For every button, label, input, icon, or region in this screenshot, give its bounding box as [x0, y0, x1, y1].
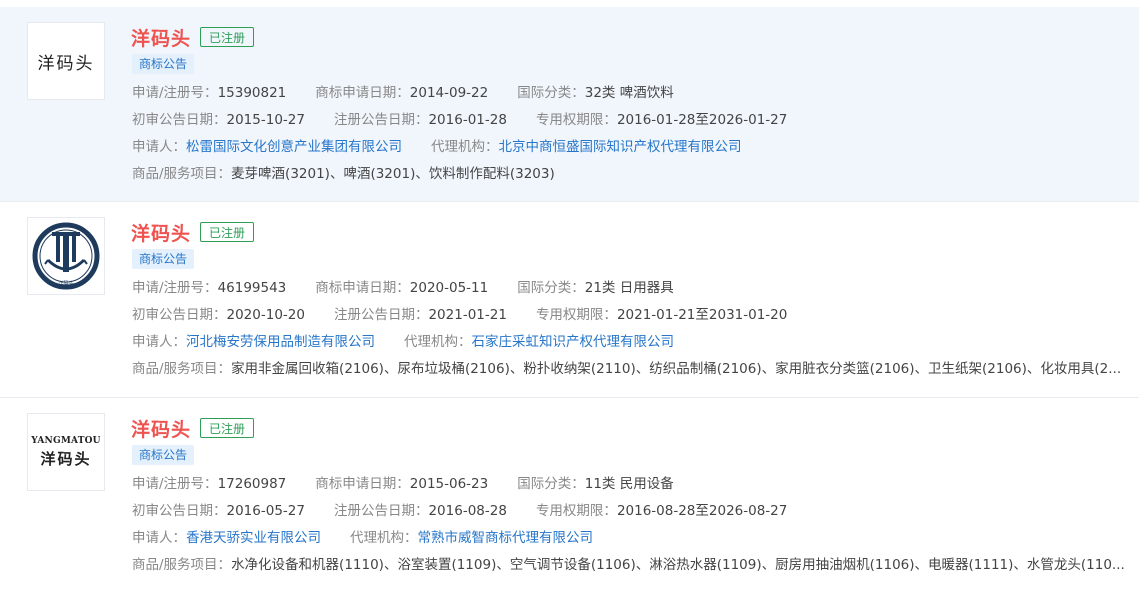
exclusive-period-value: 2016-08-28至2026-08-27	[616, 503, 788, 519]
applicant-link[interactable]: 香港天骄实业有限公司	[186, 530, 321, 546]
info-row-goods: 商品/服务项目：水净化设备和机器(1110)、浴室装置(1109)、空气调节设备…	[132, 557, 1125, 573]
trademark-card[interactable]: 洋码头 洋码头 已注册 商标公告 申请/注册号：46199543 商标申请日期：2…	[0, 202, 1139, 398]
apply-date-value: 2015-06-23	[409, 476, 489, 492]
info-row-parties: 申请人：香港天骄实业有限公司 代理机构：常熟市威智商标代理有限公司	[132, 530, 594, 546]
agency-link[interactable]: 石家庄采虹知识产权代理有限公司	[472, 334, 675, 350]
trademark-result-list: 洋码头 洋码头 已注册 商标公告 申请/注册号：15390821 商标申请日期：2…	[0, 0, 1139, 586]
reg-no-value: 17260987	[217, 476, 287, 492]
logo-caption: 洋码头	[58, 281, 74, 287]
prelim-date-value: 2020-10-20	[226, 307, 305, 323]
trademark-card[interactable]: 洋码头 洋码头 已注册 商标公告 申请/注册号：15390821 商标申请日期：2…	[0, 7, 1139, 202]
trademark-name[interactable]: 洋码头	[131, 415, 191, 442]
info-row-goods: 商品/服务项目：家用非金属回收箱(2106)、尿布垃圾桶(2106)、粉扑收纳架…	[132, 361, 1122, 377]
info-row-dates: 初审公告日期：2020-10-20 注册公告日期：2021-01-21 专用权期限：…	[132, 307, 788, 323]
goods-value: 家用非金属回收箱(2106)、尿布垃圾桶(2106)、粉扑收纳架(2110)、纺…	[231, 361, 1122, 377]
notice-tag: 商标公告	[132, 445, 195, 465]
reg-no-value: 15390821	[217, 85, 287, 101]
info-row-dates: 初审公告日期：2015-10-27 注册公告日期：2016-01-28 专用权期限：…	[132, 112, 788, 128]
exclusive-period-value: 2016-01-28至2026-01-27	[616, 112, 788, 128]
apply-date-value: 2020-05-11	[409, 280, 489, 296]
reg-no-value: 46199543	[217, 280, 287, 296]
status-badge: 已注册	[200, 222, 255, 242]
info-row-parties: 申请人：河北梅安劳保用品制造有限公司 代理机构：石家庄采虹知识产权代理有限公司	[132, 334, 675, 350]
trademark-name[interactable]: 洋码头	[131, 219, 191, 246]
logo-wordmark: 洋码头	[37, 53, 95, 74]
agency-link[interactable]: 常熟市威智商标代理有限公司	[418, 530, 594, 546]
notice-tag: 商标公告	[132, 249, 195, 269]
intl-class-value: 21类 日用器具	[584, 280, 674, 296]
intl-class-value: 11类 民用设备	[584, 476, 674, 492]
apply-date-value: 2014-09-22	[409, 85, 489, 101]
intl-class-value: 32类 啤酒饮料	[584, 85, 674, 101]
info-row-dates: 初审公告日期：2016-05-27 注册公告日期：2016-08-28 专用权期限：…	[132, 503, 788, 519]
info-row-parties: 申请人：松雷国际文化创意产业集团有限公司 代理机构：北京中商恒盛国际知识产权代理有…	[132, 139, 742, 155]
applicant-link[interactable]: 河北梅安劳保用品制造有限公司	[186, 334, 375, 350]
notice-tag: 商标公告	[132, 54, 195, 74]
reg-notice-date-value: 2021-01-21	[428, 307, 507, 323]
trademark-name[interactable]: 洋码头	[131, 24, 191, 51]
logo-chinese-text: 洋码头	[40, 449, 92, 468]
info-row-registration: 申请/注册号：15390821 商标申请日期：2014-09-22 国际分类：32类…	[132, 85, 674, 101]
info-row-registration: 申请/注册号：46199543 商标申请日期：2020-05-11 国际分类：21类…	[132, 280, 674, 296]
prelim-date-value: 2015-10-27	[226, 112, 305, 128]
info-row-registration: 申请/注册号：17260987 商标申请日期：2015-06-23 国际分类：11类…	[132, 476, 674, 492]
status-badge: 已注册	[200, 418, 255, 438]
applicant-link[interactable]: 松雷国际文化创意产业集团有限公司	[186, 139, 402, 155]
trademark-logo[interactable]: YANGMATOU 洋码头	[27, 413, 105, 491]
prelim-date-value: 2016-05-27	[226, 503, 305, 519]
reg-notice-date-value: 2016-08-28	[428, 503, 507, 519]
exclusive-period-value: 2021-01-21至2031-01-20	[616, 307, 788, 323]
trademark-card[interactable]: YANGMATOU 洋码头 洋码头 已注册 商标公告 申请/注册号：172609…	[0, 398, 1139, 594]
trademark-logo[interactable]: 洋码头	[27, 22, 105, 100]
reg-notice-date-value: 2016-01-28	[428, 112, 507, 128]
goods-value: 水净化设备和机器(1110)、浴室装置(1109)、空气调节设备(1106)、淋…	[231, 557, 1125, 573]
goods-value: 麦芽啤酒(3201)、啤酒(3201)、饮料制作配料(3203)	[231, 166, 555, 182]
status-badge: 已注册	[200, 27, 255, 47]
logo-english-text: YANGMATOU	[31, 435, 101, 446]
agency-link[interactable]: 北京中商恒盛国际知识产权代理有限公司	[499, 139, 742, 155]
info-row-goods: 商品/服务项目：麦芽啤酒(3201)、啤酒(3201)、饮料制作配料(3203)	[132, 166, 555, 182]
trademark-logo[interactable]: 洋码头	[27, 217, 105, 295]
